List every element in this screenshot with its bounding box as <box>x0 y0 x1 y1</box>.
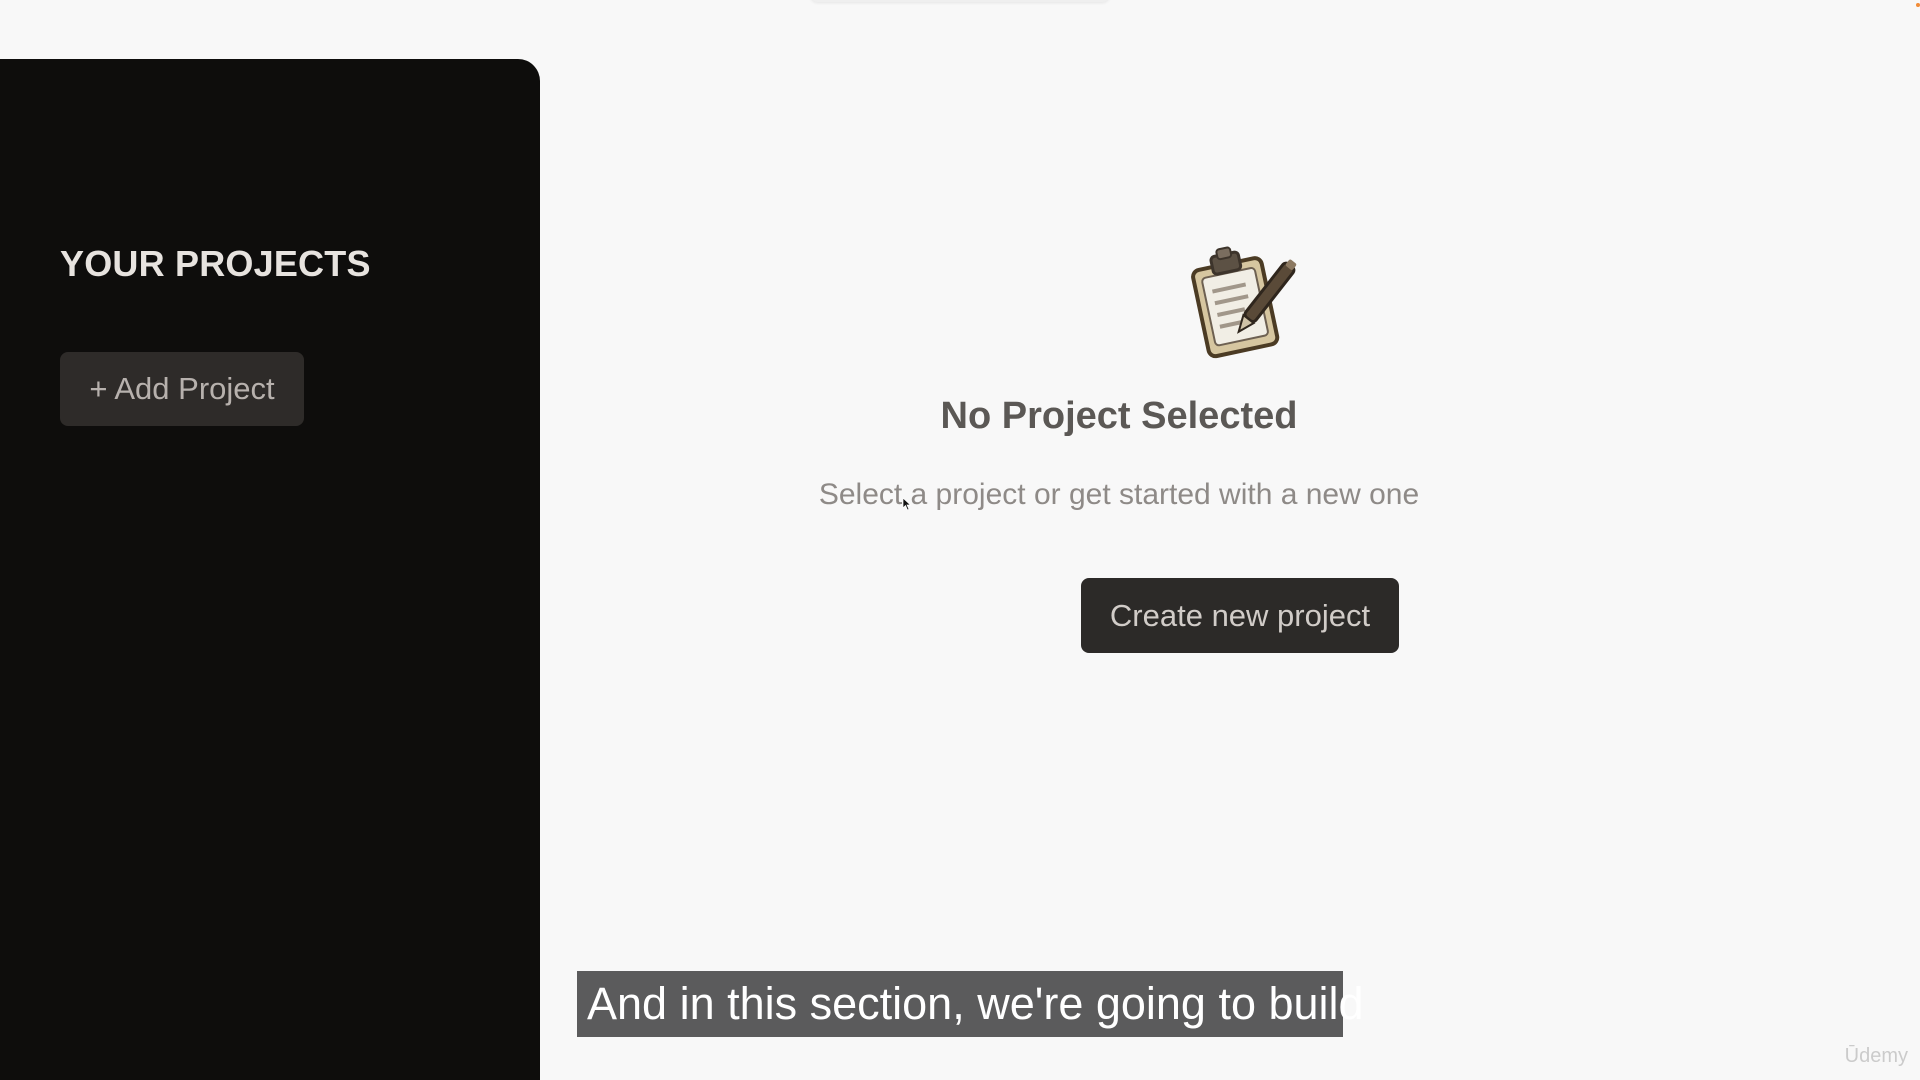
project-sidebar: YOUR PROJECTS + Add Project <box>0 59 540 1080</box>
sidebar-title: YOUR PROJECTS <box>60 243 371 284</box>
main-content <box>540 0 1920 1080</box>
udemy-watermark: Ūdemy <box>1844 1045 1908 1067</box>
mouse-cursor-icon <box>903 498 911 510</box>
create-project-button[interactable]: Create new project <box>1081 578 1399 653</box>
clipboard-pen-icon <box>1191 246 1297 359</box>
empty-state-title: No Project Selected <box>940 395 1298 437</box>
empty-state-subtitle: Select a project or get started with a n… <box>818 478 1420 511</box>
subtitle-caption: And in this section, we're going to buil… <box>577 971 1364 1037</box>
